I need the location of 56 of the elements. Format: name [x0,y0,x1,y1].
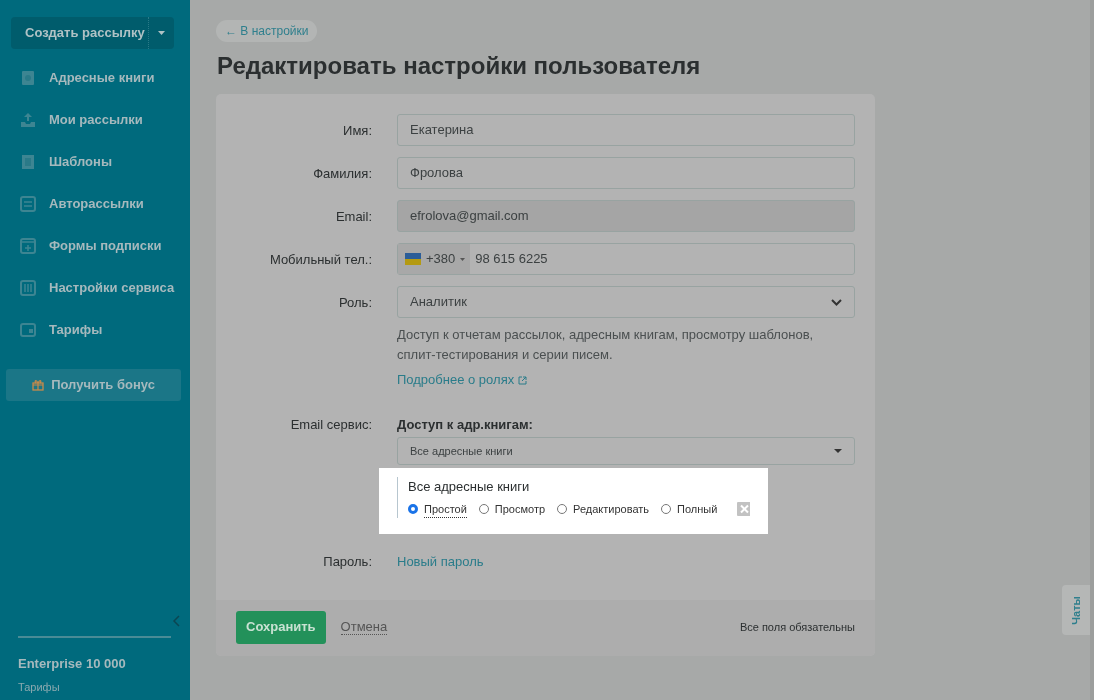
collapse-chevron-icon[interactable] [172,615,180,627]
sidebar-item[interactable]: Мои рассылки [11,99,180,141]
external-link-icon [517,376,527,386]
text-field[interactable]: Екатерина [397,114,855,146]
close-icon[interactable] [737,502,750,517]
page-title: Редактировать настройки пользователя [217,51,702,81]
caret-icon [834,449,842,453]
address-book-icon [20,70,36,86]
bonus-button[interactable]: Получить бонус [6,369,181,401]
sidebar-item[interactable]: Адресные книги [11,57,180,99]
wallet-icon [20,322,36,338]
radio-option[interactable]: Полный [661,501,718,518]
back-link[interactable]: ← В настройки [216,20,318,42]
radio-option[interactable]: Просмотр [478,501,546,518]
radio-option[interactable]: Простой [408,500,467,518]
form-icon [20,238,36,254]
plan-link[interactable]: Тарифы [18,678,60,695]
sidebar-item[interactable]: Шаблоны [11,141,180,183]
settings-icon [20,280,36,296]
sliders-icon [20,196,36,212]
country-code-selector[interactable]: +380 [398,244,471,274]
cancel-link[interactable]: Отмена [340,619,388,635]
sidebar-item[interactable]: Тарифы [11,309,180,351]
chats-tab[interactable]: Чаты [1062,585,1090,635]
access-subtitle: Доступ к адр.книгам: [397,415,534,434]
radio-option[interactable]: Редактировать [557,501,650,518]
role-description: Доступ к отчетам рассылок, адресным книгам, просмотру шаблонов, сплит-тестирования и серии писем. [397,326,815,364]
roles-link[interactable]: Подробнее о ролях [397,372,527,387]
field-label: Фамилия: [312,165,372,183]
required-note: Все поля обязательны [739,619,855,635]
popup-title: Все адресные книги [408,478,531,496]
phone-field[interactable]: +380 98 615 6225 [397,243,855,275]
field-label: Роль: [338,294,372,312]
text-field: efrolova@gmail.com [397,200,855,232]
field-label: Имя: [342,122,372,140]
address-book-select[interactable]: Все адресные книги [397,437,855,465]
chevron-down-icon [831,298,842,306]
plan-name: Enterprise 10 000 [18,655,127,673]
caret-icon [460,257,466,261]
sidebar-item[interactable]: Формы подписки [11,225,180,267]
gift-icon [32,379,45,391]
field-label: Пароль: [322,553,372,571]
sidebar-item[interactable]: Авторассылки [11,183,180,225]
create-campaign-button[interactable]: Создать рассылку [11,17,174,49]
tray-upload-icon [20,112,36,128]
flag-icon [405,253,421,265]
text-field[interactable]: Фролова [397,157,855,189]
role-select[interactable]: Аналитик [397,286,855,318]
new-password-link[interactable]: Новый пароль [397,545,484,572]
document-icon [20,154,36,170]
save-button[interactable]: Сохранить [236,610,326,644]
sidebar-item[interactable]: Настройки сервиса [11,267,180,309]
caret-icon[interactable] [158,31,165,35]
field-label: Мобильный тел.: [268,251,372,269]
field-label: Email сервис: [289,415,372,434]
field-label: Email: [334,208,372,226]
